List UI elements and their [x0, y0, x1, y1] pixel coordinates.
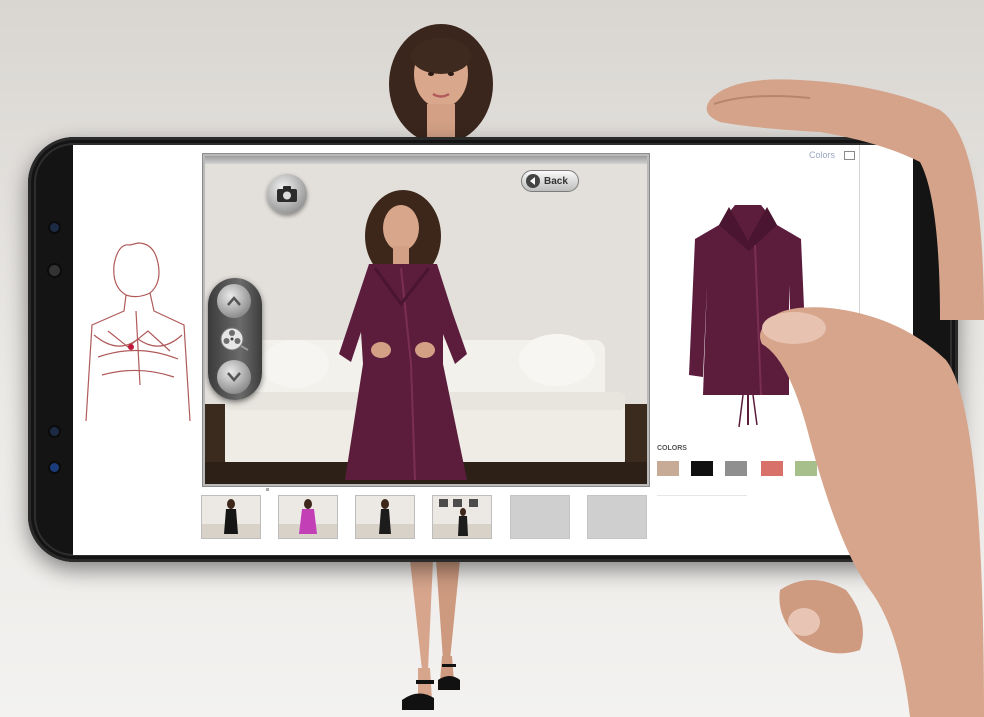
back-button-label: Back: [544, 175, 568, 187]
body-measurement-sketch: [85, 242, 191, 422]
thumbnail-look-2[interactable]: [278, 495, 338, 539]
living-room-scene-image: [205, 164, 647, 484]
back-arrow-icon: [526, 174, 540, 188]
colors-label: COLORS: [657, 445, 687, 452]
chevron-up-icon: [227, 296, 241, 306]
thumbnail-look-4[interactable]: [432, 495, 492, 539]
thumbnail-pointer: [266, 488, 269, 491]
sensor-dot: [50, 223, 59, 232]
thumbnail-look-3[interactable]: [355, 495, 415, 539]
swatch-grey[interactable]: [725, 461, 747, 476]
swatch-black[interactable]: [691, 461, 713, 476]
thumbnail-empty-1[interactable]: [510, 495, 570, 539]
chevron-down-icon: [227, 372, 241, 382]
swatch-beige[interactable]: [657, 461, 679, 476]
back-button[interactable]: Back: [521, 170, 579, 192]
hand-top-image: [706, 79, 984, 320]
model-head-image: [389, 24, 493, 142]
camera-button[interactable]: [267, 174, 307, 214]
rotate-down-button[interactable]: [217, 360, 251, 394]
film-reel-icon: [220, 327, 249, 351]
thumbnail-look-1[interactable]: [201, 495, 261, 539]
status-led-icon: [50, 463, 59, 472]
front-camera-icon: [49, 265, 60, 276]
view-control-panel: [208, 278, 262, 400]
thumbnail-empty-2[interactable]: [587, 495, 647, 539]
film-reel-button[interactable]: [217, 322, 251, 356]
rotate-up-button[interactable]: [217, 284, 251, 318]
virtual-try-on-viewport[interactable]: Back: [203, 154, 649, 486]
camera-icon: [277, 186, 297, 202]
model-legs-image: [402, 560, 460, 710]
panel-divider: [657, 495, 747, 496]
viewport-toolbar-strip: [205, 156, 647, 164]
sensor-dot: [50, 427, 59, 436]
